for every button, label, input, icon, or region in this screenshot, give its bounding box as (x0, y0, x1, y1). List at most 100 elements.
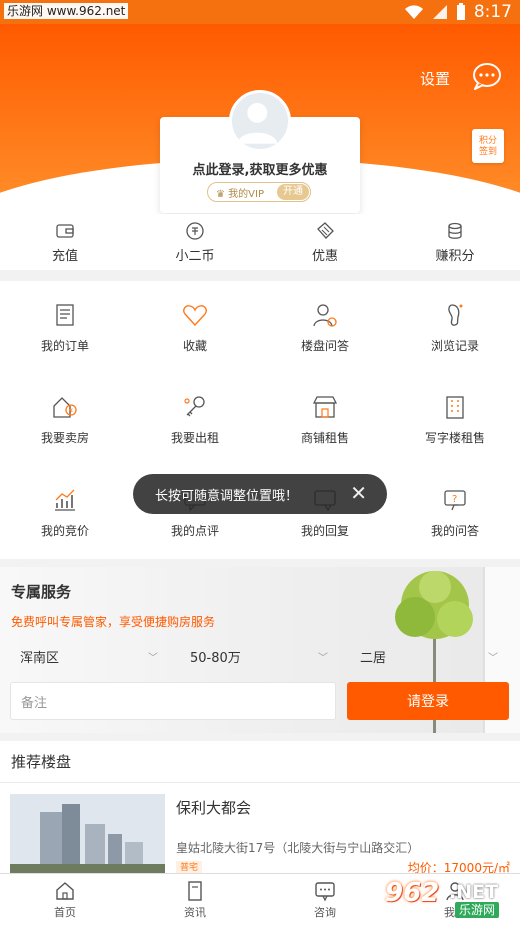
exclusive-service: 专属服务 免费呼叫专属管家，享受便捷购房服务 浑南区 ﹀ 50-80万 ﹀ 二居… (0, 567, 520, 733)
crown-icon: ♛ (216, 188, 229, 200)
login-prompt[interactable]: 点此登录,获取更多优惠 (160, 159, 360, 178)
budget-value: 50-80万 (190, 650, 241, 666)
quick-item-coin[interactable]: 小二币 (130, 214, 260, 270)
listing-name: 保利大都会 (176, 799, 252, 817)
nav-home[interactable]: 首页 (0, 874, 130, 925)
grid-item-label: 我的订单 (40, 338, 89, 353)
budget-select[interactable]: 50-80万 ﹀ (170, 645, 340, 667)
listing-card[interactable]: 保利大都会 皇姑北陵大街17号（北陵大街与宁山路交汇） 普宅 均价：17000元… (0, 783, 520, 875)
grid-item-label: 我的竞价 (40, 524, 89, 539)
grid-item-label: 写字楼租售 (424, 431, 485, 446)
nav-consult[interactable]: 咨询 (260, 874, 390, 925)
grid-item-orders[interactable]: 我的订单 (0, 281, 130, 374)
heart-icon (183, 305, 207, 326)
grid-item-bid[interactable]: 我的竞价 (0, 466, 130, 559)
grid-item-label: 我的问答 (430, 524, 479, 539)
grid-item-label: 收藏 (182, 338, 207, 353)
nav-label: 首页 (54, 905, 76, 919)
grid-item-label: 楼盘问答 (300, 338, 349, 353)
district-select[interactable]: 浑南区 ﹀ (0, 645, 170, 667)
shop-icon (312, 396, 338, 419)
quick-item-label: 小二币 (175, 248, 215, 264)
listing-thumbnail (10, 794, 165, 874)
rooms-select[interactable]: 二居 ﹀ (340, 645, 510, 667)
grid-item-label: 商铺租售 (300, 431, 349, 446)
status-icons: 8:17 (404, 2, 512, 22)
grid-item-label: 我的回复 (300, 524, 349, 539)
svg-text:?: ? (452, 494, 457, 505)
grid-item-sell[interactable]: ¥ 我要卖房 (0, 374, 130, 467)
office-building-icon (446, 396, 464, 420)
qa-person-icon (313, 304, 337, 327)
grid-item-qa[interactable]: 楼盘问答 (260, 281, 390, 374)
wifi-icon (404, 5, 423, 19)
quick-item-label: 赚积分 (435, 248, 475, 264)
grid-item-office[interactable]: 写字楼租售 (390, 374, 520, 467)
grid-item-label: 浏览记录 (430, 338, 479, 353)
nav-news[interactable]: 资讯 (130, 874, 260, 925)
district-value: 浑南区 (20, 650, 60, 666)
vip-open-button[interactable]: 开通 (277, 184, 309, 200)
settings-link[interactable]: 设置 (420, 68, 450, 89)
service-title: 专属服务 (11, 583, 72, 601)
login-button[interactable]: 请登录 (347, 682, 509, 720)
nav-label: 咨询 (314, 905, 336, 919)
order-icon (56, 304, 74, 326)
checkin-button[interactable]: 积分 签到 (472, 129, 504, 163)
message-icon[interactable] (472, 62, 502, 90)
bid-chart-icon (55, 489, 75, 511)
remark-input[interactable]: 备注 (10, 682, 336, 720)
coupon-icon (317, 221, 334, 239)
close-icon[interactable]: ✕ (350, 482, 367, 504)
quick-item-points[interactable]: 赚积分 (390, 214, 520, 270)
site-logo: 962 .NET 乐游网 (383, 878, 520, 922)
checkin-label-2: 签到 (478, 147, 497, 157)
coin-icon (186, 221, 204, 240)
logo-net: .NET (449, 881, 499, 903)
home-icon (56, 881, 74, 900)
grid-item-questions[interactable]: ? 我的问答 (390, 466, 520, 559)
feature-grid: 我的订单 收藏 楼盘问答 浏览记录 ¥ 我要卖房 我要出租 商铺租售 写字楼租售… (0, 281, 520, 559)
quick-item-coupon[interactable]: 优惠 (260, 214, 390, 270)
grid-item-rent[interactable]: 我要出租 (130, 374, 260, 467)
chat-icon (315, 881, 335, 901)
sell-house-icon: ¥ (53, 397, 77, 419)
svg-text:¥: ¥ (69, 407, 74, 415)
recommend-heading: 推荐楼盘 (0, 741, 520, 783)
grid-item-shop[interactable]: 商铺租售 (260, 374, 390, 467)
battery-icon (456, 3, 465, 20)
listing-address: 皇姑北陵大街17号（北陵大街与宁山路交汇） (176, 841, 420, 855)
quick-item-label: 充值 (51, 248, 78, 264)
rent-key-icon (184, 396, 205, 417)
status-bar: 乐游网 www.962.net 8:17 (0, 0, 520, 24)
clock-text: 8:17 (473, 2, 512, 22)
chevron-down-icon: ﹀ (318, 652, 328, 664)
vip-label-text: 我的VIP (228, 188, 264, 200)
points-stack-icon (448, 222, 462, 239)
logo-cn: 乐游网 (455, 902, 500, 918)
quick-item-recharge[interactable]: 充值 (0, 214, 130, 270)
quick-actions: 充值 小二币 优惠 赚积分 (0, 214, 520, 270)
watermark-text: 乐游网 www.962.net (4, 3, 129, 19)
grid-item-label: 我要卖房 (40, 431, 89, 446)
quick-item-label: 优惠 (311, 248, 338, 264)
question-icon: ? (444, 490, 466, 511)
footprint-icon (448, 304, 463, 326)
vip-label: ♛ 我的VIP (216, 185, 264, 200)
vip-pill[interactable]: ♛ 我的VIP 开通 (207, 182, 311, 202)
checkin-label-1: 积分 (478, 136, 497, 146)
grid-item-favorites[interactable]: 收藏 (130, 281, 260, 374)
rooms-value: 二居 (360, 650, 387, 666)
logo-number: 962 (385, 878, 440, 908)
toast-text: 长按可随意调整位置哦！ (155, 488, 299, 504)
signal-icon (432, 5, 447, 19)
toast-hint: 长按可随意调整位置哦！ ✕ (133, 474, 387, 514)
grid-item-label: 我的点评 (170, 524, 219, 539)
default-avatar-icon (237, 102, 278, 144)
avatar[interactable] (229, 90, 291, 152)
grid-item-label: 我要出租 (170, 431, 219, 446)
wallet-icon (56, 223, 74, 238)
grid-item-history[interactable]: 浏览记录 (390, 281, 520, 374)
service-select-row: 浑南区 ﹀ 50-80万 ﹀ 二居 ﹀ (0, 645, 520, 667)
chevron-down-icon: ﹀ (488, 652, 498, 664)
